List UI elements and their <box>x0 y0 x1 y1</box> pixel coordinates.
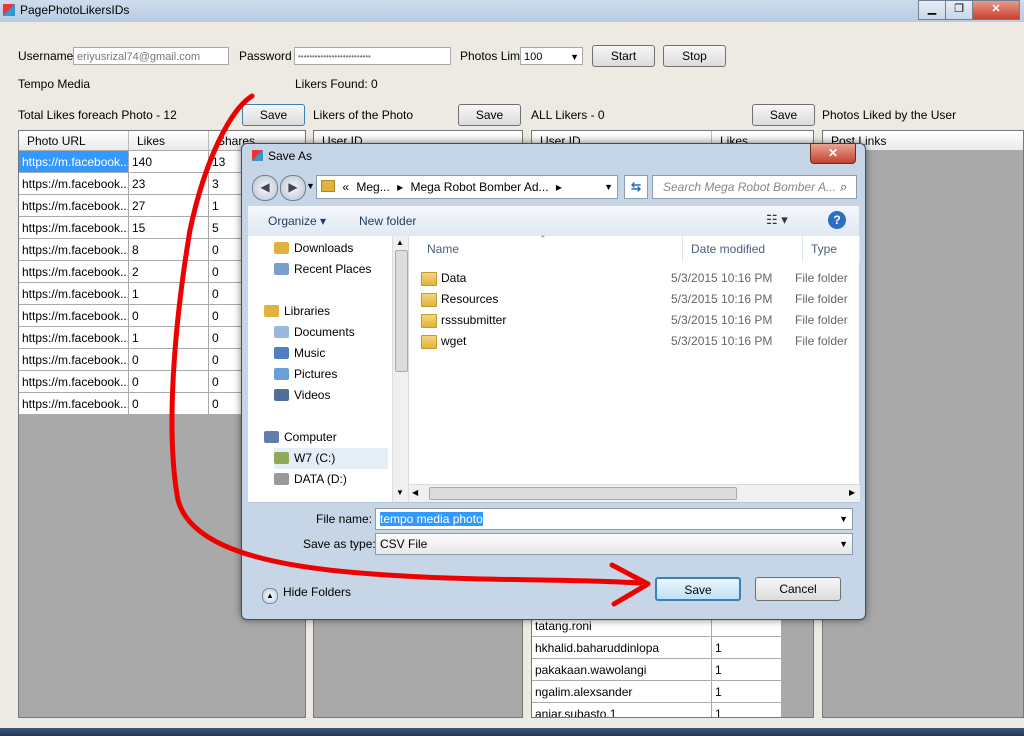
annotation-arrow <box>169 93 651 607</box>
arrow-path <box>169 93 643 586</box>
taskbar <box>0 728 1024 736</box>
